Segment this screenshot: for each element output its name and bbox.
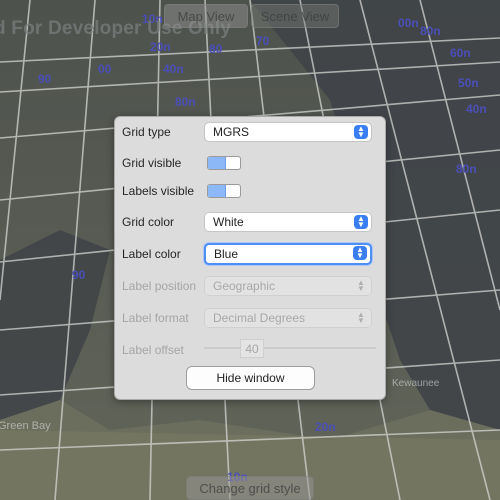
label-format-value: Decimal Degrees — [213, 311, 306, 325]
place-label: Kewaunee — [392, 378, 440, 389]
map-view-button[interactable]: Map View — [164, 4, 248, 28]
chevron-updown-icon: ▲ ▼ — [354, 215, 368, 229]
chevron-updown-icon: ▲ ▼ — [357, 310, 365, 325]
grid-type-label: Grid type — [122, 125, 171, 139]
chevron-updown-icon: ▲ ▼ — [357, 278, 365, 293]
grid-label: 20n — [315, 420, 336, 434]
grid-color-row: Grid color White ▲ ▼ — [115, 210, 385, 234]
label-format-row: Label format Decimal Degrees ▲ ▼ — [115, 306, 385, 330]
grid-label: 50n — [458, 76, 479, 90]
grid-label: 40n — [163, 62, 184, 76]
grid-color-value: White — [213, 215, 244, 229]
labels-visible-label: Labels visible — [122, 184, 195, 198]
grid-label: 20n — [150, 40, 171, 54]
scene-view-button[interactable]: Scene View — [251, 4, 339, 28]
grid-type-select[interactable]: MGRS ▲ ▼ — [204, 122, 372, 142]
label-position-select[interactable]: Geographic ▲ ▼ — [204, 276, 372, 296]
grid-visible-label: Grid visible — [122, 156, 182, 170]
grid-label: 90 — [72, 268, 86, 282]
grid-label: 90 — [38, 72, 52, 86]
labels-visible-row: Labels visible — [115, 179, 385, 203]
grid-label: 70 — [256, 34, 270, 48]
label-position-row: Label position Geographic ▲ ▼ — [115, 274, 385, 298]
label-position-value: Geographic — [213, 279, 276, 293]
grid-type-value: MGRS — [213, 125, 249, 139]
toggle-on-indicator — [208, 185, 226, 197]
label-format-select[interactable]: Decimal Degrees ▲ ▼ — [204, 308, 372, 328]
grid-label: 80n — [175, 95, 196, 109]
label-offset-label: Label offset — [122, 343, 184, 357]
label-position-label: Label position — [122, 279, 197, 293]
grid-label: 80 — [209, 42, 223, 56]
grid-label: 00n — [398, 16, 419, 30]
toggle-on-indicator — [208, 157, 226, 169]
hide-window-button[interactable]: Hide window — [186, 366, 315, 390]
grid-label: 40n — [466, 102, 487, 116]
grid-label: 80n — [456, 162, 477, 176]
chevron-updown-icon: ▲ ▼ — [354, 125, 368, 139]
grid-type-row: Grid type MGRS ▲ ▼ — [115, 120, 385, 144]
label-color-row: Label color Blue ▲ ▼ — [115, 242, 385, 266]
grid-color-label: Grid color — [122, 215, 175, 229]
grid-visible-toggle[interactable] — [207, 156, 241, 170]
label-offset-slider[interactable] — [204, 347, 376, 349]
label-format-label: Label format — [122, 311, 189, 325]
label-offset-value: 40 — [240, 339, 264, 358]
label-color-value: Blue — [214, 247, 239, 261]
grid-label: 80n — [420, 24, 441, 38]
label-color-label: Label color — [122, 247, 181, 261]
grid-settings-panel: Grid type MGRS ▲ ▼ Grid visible Labels vi… — [114, 116, 386, 400]
labels-visible-toggle[interactable] — [207, 184, 241, 198]
change-grid-style-button[interactable]: Change grid style — [186, 476, 314, 500]
label-color-select[interactable]: Blue ▲ ▼ — [204, 243, 372, 265]
grid-label: 00 — [98, 62, 112, 76]
grid-visible-row: Grid visible — [115, 151, 385, 175]
chevron-updown-icon: ▲ ▼ — [353, 246, 367, 260]
place-label: Green Bay — [0, 420, 51, 432]
grid-color-select[interactable]: White ▲ ▼ — [204, 212, 372, 232]
grid-label: 60n — [450, 46, 471, 60]
